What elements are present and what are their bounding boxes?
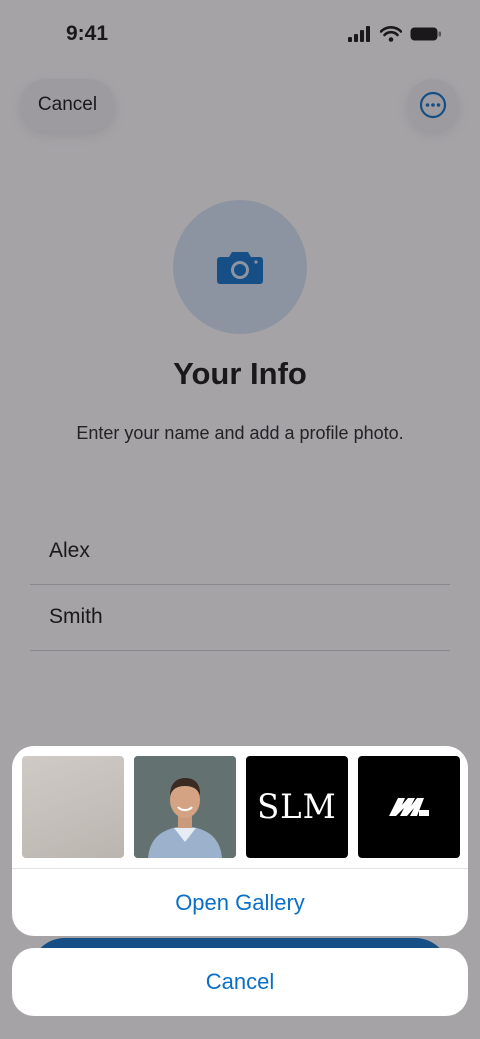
open-gallery-button[interactable]: Open Gallery bbox=[12, 869, 468, 936]
sheet-cancel-button[interactable]: Cancel bbox=[12, 948, 468, 1016]
photo-thumbnail[interactable]: SLM bbox=[246, 756, 348, 858]
logo-mark-icon bbox=[389, 798, 429, 816]
photo-thumbnail[interactable] bbox=[134, 756, 236, 858]
photo-thumbnail[interactable] bbox=[22, 756, 124, 858]
portrait-photo-image bbox=[134, 756, 236, 858]
photo-picker-sheet: SLM Open Gallery bbox=[12, 746, 468, 936]
photo-thumbnail[interactable] bbox=[358, 756, 460, 858]
slm-logo-text: SLM bbox=[257, 787, 337, 827]
recent-photos: SLM bbox=[22, 756, 460, 858]
